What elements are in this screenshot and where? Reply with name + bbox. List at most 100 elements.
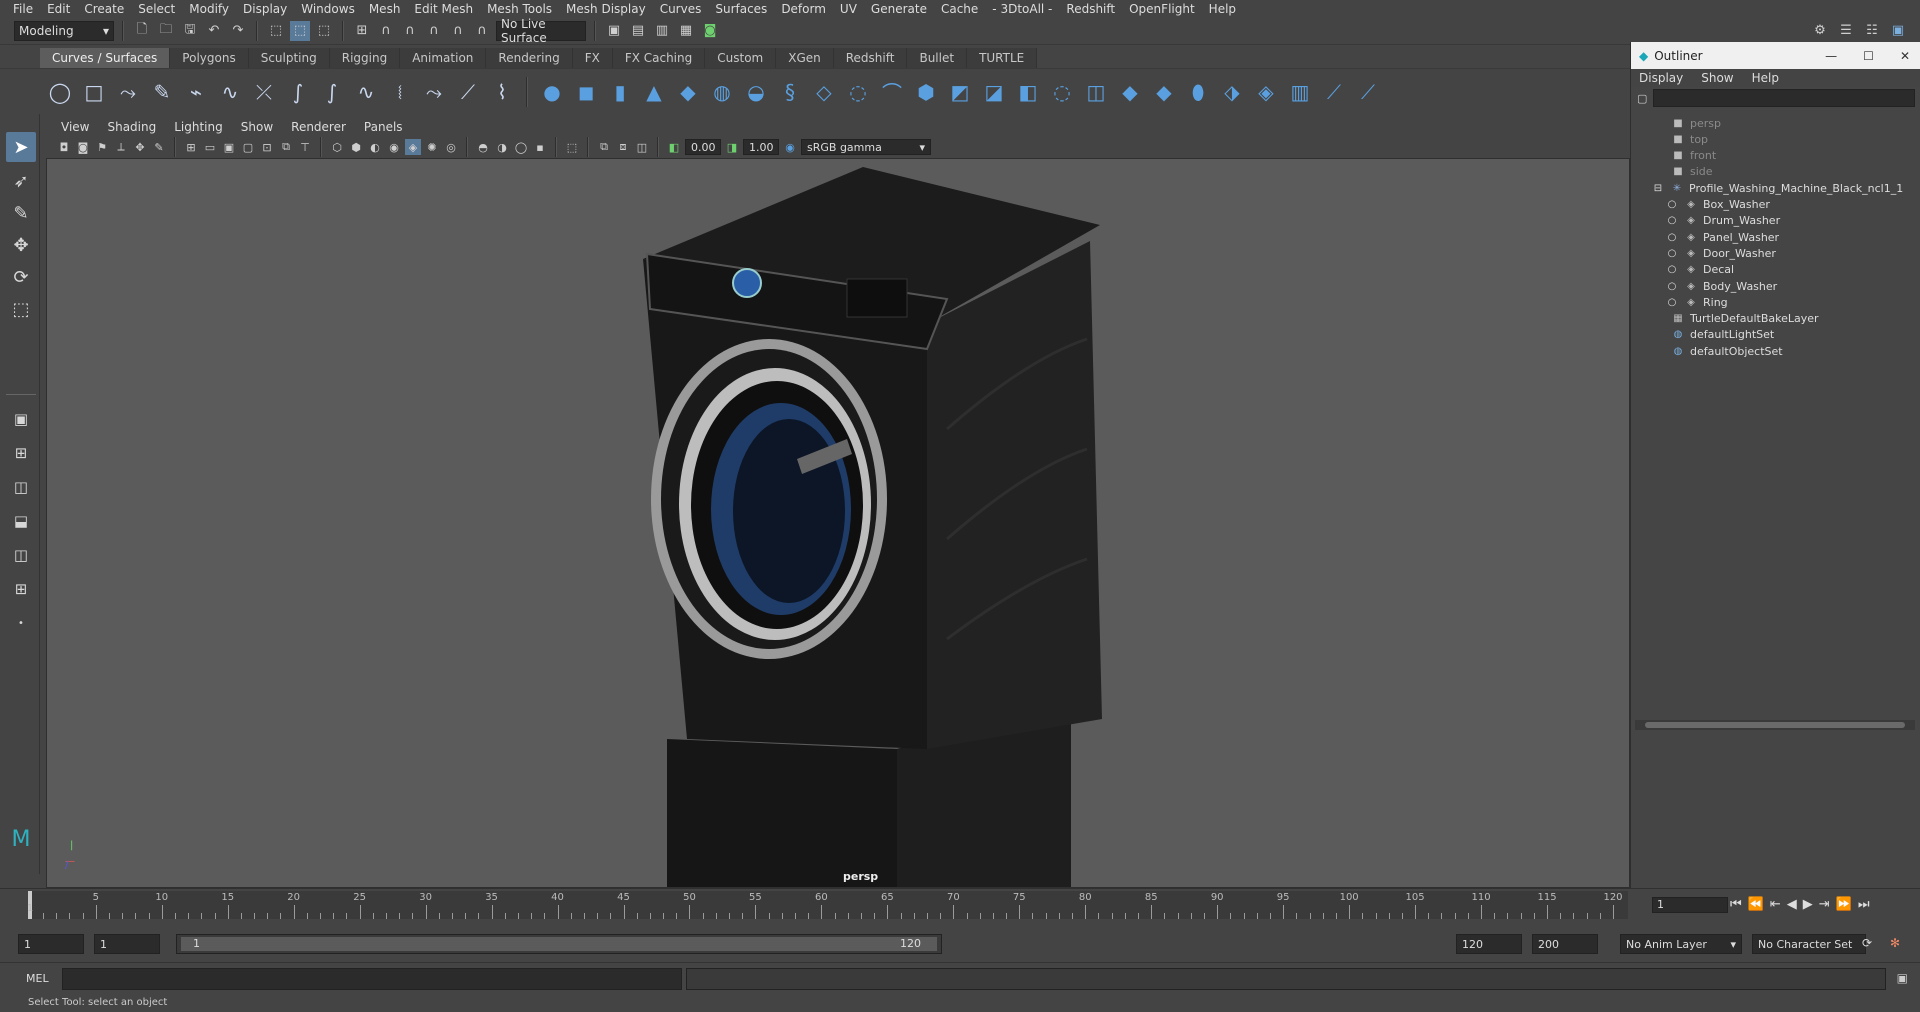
- attribute-editor-icon[interactable]: ☷: [1862, 21, 1882, 41]
- outliner-search-input[interactable]: [1653, 89, 1916, 107]
- outliner-item[interactable]: ◍ defaultObjectSet: [1631, 341, 1920, 361]
- project-curve-icon[interactable]: ◫: [1082, 78, 1110, 106]
- scale-tool-icon[interactable]: ⬚: [6, 294, 36, 324]
- backface-icon[interactable]: ◫: [634, 139, 650, 155]
- shadows-icon[interactable]: ✺: [424, 139, 440, 155]
- nurbs-square-icon[interactable]: □: [80, 78, 108, 106]
- menu-create[interactable]: Create: [77, 2, 131, 16]
- go-to-start-icon[interactable]: ⏮: [1730, 897, 1742, 912]
- scene-end-field[interactable]: 200: [1532, 934, 1598, 954]
- menu-mesh-tools[interactable]: Mesh Tools: [480, 2, 559, 16]
- expand-icon[interactable]: •: [6, 608, 36, 638]
- field-chart-icon[interactable]: ⊡: [259, 139, 275, 155]
- wireframe-on-shaded-icon[interactable]: ◐: [367, 139, 383, 155]
- insert-isoparm-icon[interactable]: ▥: [1286, 78, 1314, 106]
- current-frame-field[interactable]: 1: [1652, 897, 1728, 913]
- loft-icon[interactable]: §: [776, 78, 804, 106]
- single-view-icon[interactable]: ▣: [6, 404, 36, 434]
- shelf-tab-sculpting[interactable]: Sculpting: [248, 48, 330, 68]
- snap-curve-icon[interactable]: ∩: [376, 21, 396, 41]
- panel-menu-lighting[interactable]: Lighting: [165, 120, 232, 134]
- menu-display[interactable]: Display: [236, 2, 294, 16]
- boundary-icon[interactable]: ⬢: [912, 78, 940, 106]
- panel-menu-shading[interactable]: Shading: [98, 120, 165, 134]
- image-plane-icon[interactable]: ⟂: [113, 139, 129, 155]
- planar-icon[interactable]: ◇: [810, 78, 838, 106]
- search-options-icon[interactable]: ▢: [1637, 92, 1647, 105]
- time-slider[interactable]: 1 5 10 15 20 25 30 35 40 45 50 55 60 65 70 75 80 85 90 95 1…: [0, 888, 1920, 922]
- snap-grid-icon[interactable]: ⊞: [352, 21, 372, 41]
- range-bar[interactable]: 1 120: [176, 934, 942, 954]
- go-to-end-icon[interactable]: ⏭: [1858, 897, 1870, 912]
- fillet-icon[interactable]: ⟋: [454, 78, 482, 106]
- move-tool-icon[interactable]: ✥: [6, 230, 36, 260]
- outliner-menu-show[interactable]: Show: [1701, 71, 1733, 85]
- select-hierarchy-icon[interactable]: ⬚: [266, 21, 286, 41]
- live-surface-field[interactable]: No Live Surface: [496, 17, 586, 45]
- revolve-icon[interactable]: ◒: [742, 78, 770, 106]
- menu-file[interactable]: File: [6, 2, 40, 16]
- view-transform-select[interactable]: sRGB gamma ▾: [801, 139, 931, 155]
- auto-key-icon[interactable]: ⟳: [1862, 936, 1872, 950]
- panel-menu-panels[interactable]: Panels: [355, 120, 412, 134]
- lights-icon[interactable]: ◈: [405, 139, 421, 155]
- detach-surfaces-icon[interactable]: ⬗: [1218, 78, 1246, 106]
- outliner-menu-help[interactable]: Help: [1752, 71, 1779, 85]
- safe-title-icon[interactable]: ⊤: [297, 139, 313, 155]
- nurbs-sphere-icon[interactable]: ●: [538, 78, 566, 106]
- panel-menu-renderer[interactable]: Renderer: [282, 120, 355, 134]
- command-input[interactable]: [62, 968, 682, 990]
- lasso-tool-icon[interactable]: ➶: [6, 166, 36, 196]
- undo-icon[interactable]: ↶: [204, 21, 224, 41]
- command-language-label[interactable]: MEL: [26, 972, 49, 985]
- menu-cache[interactable]: Cache: [934, 2, 985, 16]
- step-back-key-icon[interactable]: ⇤: [1770, 897, 1781, 912]
- play-forward-icon[interactable]: ▶: [1803, 897, 1813, 912]
- shelf-tab-fx-caching[interactable]: FX Caching: [612, 48, 706, 68]
- range-bar-fill[interactable]: [181, 937, 937, 951]
- exposure-field[interactable]: 0.00: [685, 139, 721, 155]
- menu-surfaces[interactable]: Surfaces: [708, 2, 774, 16]
- nurbs-cylinder-icon[interactable]: ▮: [606, 78, 634, 106]
- shelf-tab-rigging[interactable]: Rigging: [329, 48, 401, 68]
- xray-components-icon[interactable]: ⧈: [615, 139, 631, 155]
- nurbs-circle-icon[interactable]: ◯: [46, 78, 74, 106]
- script-editor-icon[interactable]: ▣: [1897, 971, 1908, 985]
- menu-mesh[interactable]: Mesh: [362, 2, 408, 16]
- menu-3dtoall[interactable]: - 3DtoAll -: [985, 2, 1059, 16]
- step-forward-icon[interactable]: ⏩: [1836, 897, 1852, 912]
- menu-curves[interactable]: Curves: [653, 2, 709, 16]
- shelf-tab-rendering[interactable]: Rendering: [486, 48, 573, 68]
- render-frame-icon[interactable]: ▤: [628, 21, 648, 41]
- trim-icon[interactable]: ◆: [1116, 78, 1144, 106]
- grease-pencil-icon[interactable]: ✎: [151, 139, 167, 155]
- snap-point-icon[interactable]: ∩: [400, 21, 420, 41]
- side-by-side-icon[interactable]: ◫: [6, 472, 36, 502]
- isolate-select-icon[interactable]: ▪: [532, 139, 548, 155]
- depth-of-field-icon[interactable]: ◯: [513, 139, 529, 155]
- redo-icon[interactable]: ↷: [228, 21, 248, 41]
- render-region-icon[interactable]: ▣: [604, 21, 624, 41]
- ipr-render-icon[interactable]: ▥: [652, 21, 672, 41]
- detach-curves-icon[interactable]: ∿: [352, 78, 380, 106]
- select-object-icon[interactable]: ⬚: [290, 20, 310, 41]
- paint-select-icon[interactable]: ✎: [6, 198, 36, 228]
- ambient-occlusion-icon[interactable]: ◎: [443, 139, 459, 155]
- resolution-gate-icon[interactable]: ▣: [221, 139, 237, 155]
- attach-surfaces-icon[interactable]: ⬮: [1184, 78, 1212, 106]
- pencil-curve-icon[interactable]: ⌁: [182, 78, 210, 106]
- close-icon[interactable]: ✕: [1900, 49, 1910, 63]
- shelf-tab-custom[interactable]: Custom: [705, 48, 777, 68]
- shelf-tab-turtle[interactable]: TURTLE: [967, 48, 1038, 68]
- character-set-select[interactable]: No Character Set: [1752, 934, 1866, 954]
- menu-uv[interactable]: UV: [833, 2, 864, 16]
- bookmark-icon[interactable]: ⚑: [94, 139, 110, 155]
- camera-attr-icon[interactable]: ◙: [75, 139, 91, 155]
- menu-mesh-display[interactable]: Mesh Display: [559, 2, 653, 16]
- outliner-scrollbar[interactable]: [1635, 720, 1915, 730]
- menu-edit-mesh[interactable]: Edit Mesh: [407, 2, 480, 16]
- select-tool-icon[interactable]: ➤: [6, 132, 36, 162]
- extend-icon[interactable]: ⟋: [1320, 78, 1348, 106]
- panel-menu-view[interactable]: View: [52, 120, 98, 134]
- hypershade-icon[interactable]: ◙: [700, 21, 720, 41]
